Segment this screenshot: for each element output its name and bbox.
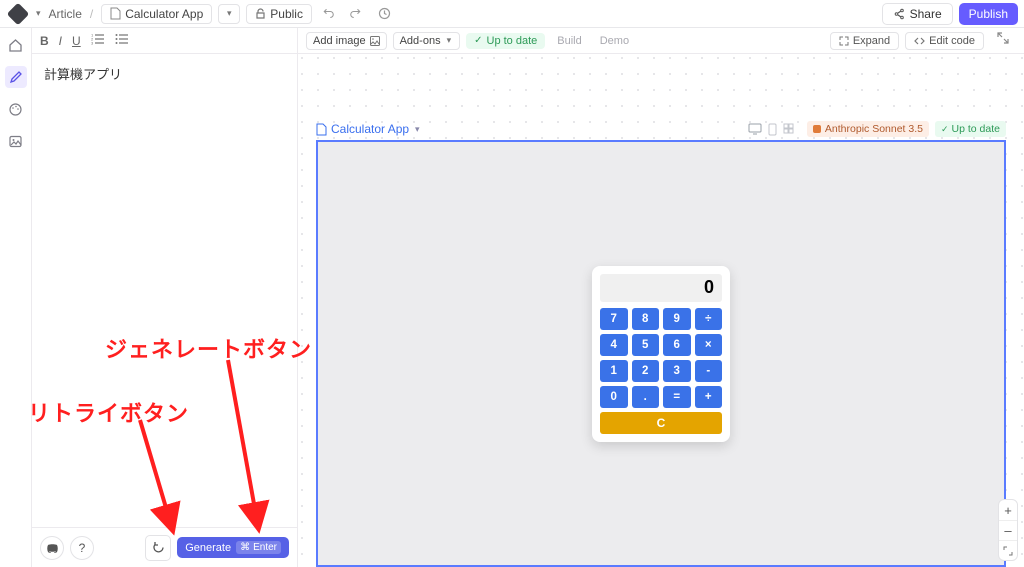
artboard-header: Calculator App ▾ Anthropic Sonnet 3.5 Up… bbox=[316, 118, 1006, 140]
device-toggles bbox=[748, 123, 794, 136]
calculator-key-6[interactable]: 6 bbox=[663, 334, 691, 356]
expand-icon bbox=[839, 36, 849, 46]
expand-button[interactable]: Expand bbox=[830, 32, 899, 50]
calculator-key-8[interactable]: 8 bbox=[632, 308, 660, 330]
redo-button[interactable] bbox=[346, 3, 368, 25]
image-icon bbox=[370, 36, 380, 46]
mobile-icon[interactable] bbox=[768, 123, 777, 136]
logo-chevron-icon[interactable]: ▾ bbox=[34, 8, 43, 19]
discord-icon[interactable] bbox=[40, 536, 64, 560]
calculator-key-3[interactable]: 3 bbox=[663, 360, 691, 382]
history-button[interactable] bbox=[374, 3, 396, 25]
addons-button[interactable]: Add-ons ▾ bbox=[393, 32, 461, 50]
add-image-button[interactable]: Add image bbox=[306, 32, 387, 50]
calculator-key--[interactable]: - bbox=[695, 360, 723, 382]
calculator-key-7[interactable]: 7 bbox=[600, 308, 628, 330]
publish-button[interactable]: Publish bbox=[959, 3, 1018, 25]
underline-button[interactable]: U bbox=[72, 34, 81, 48]
calculator-key-2[interactable]: 2 bbox=[632, 360, 660, 382]
format-toolbar: B I U 123 bbox=[32, 28, 297, 54]
share-label: Share bbox=[910, 7, 942, 21]
artboard-status-chip: Up to date bbox=[935, 121, 1006, 137]
fullscreen-button[interactable] bbox=[996, 31, 1016, 51]
breadcrumb-root[interactable]: Article bbox=[49, 7, 82, 21]
editor-text: 計算機アプリ bbox=[44, 67, 122, 82]
publish-label: Publish bbox=[969, 7, 1008, 21]
bold-button[interactable]: B bbox=[40, 34, 49, 48]
visibility-label: Public bbox=[270, 7, 303, 21]
chevron-down-icon: ▾ bbox=[413, 124, 422, 135]
file-name: Calculator App bbox=[125, 7, 203, 21]
calculator-key-=[interactable]: = bbox=[663, 386, 691, 408]
calculator-key-5[interactable]: 5 bbox=[632, 334, 660, 356]
calculator-key-÷[interactable]: ÷ bbox=[695, 308, 723, 330]
desktop-icon[interactable] bbox=[748, 123, 762, 135]
grid-icon[interactable] bbox=[783, 123, 794, 134]
ordered-list-button[interactable]: 123 bbox=[91, 33, 105, 48]
calculator-clear-button[interactable]: C bbox=[600, 412, 722, 434]
rail-edit-icon[interactable] bbox=[5, 66, 27, 88]
share-icon bbox=[893, 8, 905, 20]
preview-toolbar: Add image Add-ons ▾ Up to date Build Dem… bbox=[298, 28, 1024, 54]
demo-tab[interactable]: Demo bbox=[594, 33, 635, 49]
artboard-name[interactable]: Calculator App ▾ bbox=[316, 122, 422, 136]
unordered-list-button[interactable] bbox=[115, 33, 129, 48]
build-tab[interactable]: Build bbox=[551, 33, 587, 49]
left-rail bbox=[0, 28, 32, 567]
topbar: ▾ Article / Calculator App ▾ Public Shar… bbox=[0, 0, 1024, 28]
zoom-out-button[interactable]: – bbox=[999, 520, 1017, 540]
zoom-fit-button[interactable] bbox=[999, 540, 1017, 560]
editor-bottom-bar: ? Generate ⌘Enter bbox=[32, 527, 297, 567]
rail-palette-icon[interactable] bbox=[5, 98, 27, 120]
code-icon bbox=[914, 36, 925, 46]
unlock-icon bbox=[255, 8, 266, 19]
calculator-key-0[interactable]: 0 bbox=[600, 386, 628, 408]
generate-label: Generate bbox=[185, 542, 231, 554]
rail-image-icon[interactable] bbox=[5, 130, 27, 152]
artboard[interactable]: 0 789÷ 456× 123- 0.=+ C bbox=[316, 140, 1006, 567]
share-button[interactable]: Share bbox=[882, 3, 953, 25]
calculator-key-1[interactable]: 1 bbox=[600, 360, 628, 382]
editor-panel: B I U 123 計算機アプリ ? Generate ⌘Enter bbox=[32, 28, 298, 567]
model-chip[interactable]: Anthropic Sonnet 3.5 bbox=[807, 121, 929, 137]
preview-area: Add image Add-ons ▾ Up to date Build Dem… bbox=[298, 28, 1024, 567]
generate-button[interactable]: Generate ⌘Enter bbox=[177, 537, 289, 558]
breadcrumb-sep: / bbox=[90, 7, 93, 21]
editor-body[interactable]: 計算機アプリ bbox=[32, 54, 297, 527]
file-icon bbox=[316, 123, 327, 136]
rail-home-icon[interactable] bbox=[5, 34, 27, 56]
edit-code-button[interactable]: Edit code bbox=[905, 32, 984, 50]
status-chip: Up to date bbox=[466, 33, 545, 49]
calculator-key-×[interactable]: × bbox=[695, 334, 723, 356]
chevron-down-icon: ▾ bbox=[445, 35, 454, 46]
breadcrumb-file[interactable]: Calculator App bbox=[101, 4, 212, 24]
retry-button[interactable] bbox=[145, 535, 171, 561]
file-icon bbox=[110, 7, 121, 20]
calculator-key-4[interactable]: 4 bbox=[600, 334, 628, 356]
canvas[interactable]: Calculator App ▾ Anthropic Sonnet 3.5 Up… bbox=[298, 54, 1024, 567]
calculator-key-+[interactable]: + bbox=[695, 386, 723, 408]
italic-button[interactable]: I bbox=[59, 34, 62, 48]
app-logo-icon[interactable] bbox=[7, 2, 30, 25]
help-button[interactable]: ? bbox=[70, 536, 94, 560]
visibility-chip[interactable]: Public bbox=[246, 4, 312, 24]
undo-button[interactable] bbox=[318, 3, 340, 25]
calculator-display: 0 bbox=[600, 274, 722, 302]
zoom-controls: + – bbox=[998, 499, 1018, 561]
svg-text:3: 3 bbox=[91, 41, 94, 46]
file-version-dropdown[interactable]: ▾ bbox=[218, 4, 240, 24]
calculator-key-.[interactable]: . bbox=[632, 386, 660, 408]
calculator: 0 789÷ 456× 123- 0.=+ C bbox=[592, 266, 730, 442]
zoom-in-button[interactable]: + bbox=[999, 500, 1017, 520]
calculator-key-9[interactable]: 9 bbox=[663, 308, 691, 330]
